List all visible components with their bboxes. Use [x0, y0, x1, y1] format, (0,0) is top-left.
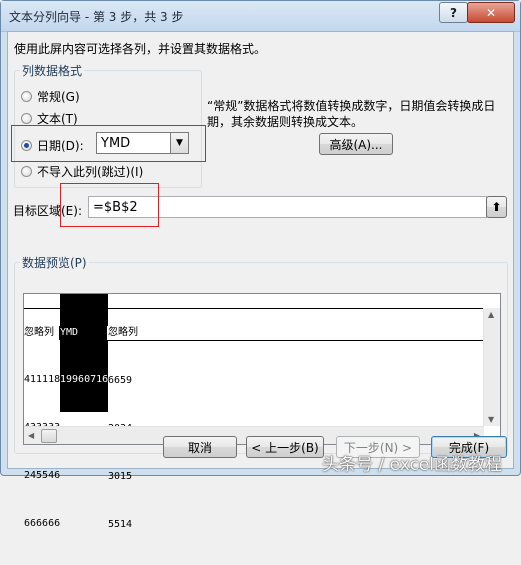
preview-header-3: 忽略列 [108, 326, 484, 341]
collapse-dialog-button[interactable]: ⬆ [486, 196, 507, 218]
radio-skip-circle[interactable] [21, 166, 32, 177]
preview-header-divider [24, 308, 484, 309]
radio-skip[interactable]: 不导入此列(跳过)(I) [21, 163, 143, 180]
preview-legend: 数据预览(P) [20, 254, 89, 271]
radio-text-circle[interactable] [21, 113, 32, 124]
column-format-legend: 列数据格式 [20, 62, 85, 79]
preview-cell: 411118 [24, 374, 61, 385]
preview-cell: 5514 [108, 519, 133, 530]
dialog-body: 使用此屏内容可选择各列，并设置其数据格式。 列数据格式 常规(G) 文本(T) … [7, 31, 514, 530]
close-button[interactable]: ✕ [467, 2, 515, 23]
scroll-left-icon[interactable]: ◀ [28, 431, 34, 440]
close-icon: ✕ [485, 5, 497, 20]
preview-cell: 245546 [24, 470, 61, 481]
watermark: 头条号 / excel函数教程 [322, 455, 502, 475]
help-button[interactable]: ? [439, 2, 468, 23]
radio-skip-label: 不导入此列(跳过)(I) [37, 165, 144, 179]
scroll-up-icon[interactable]: ▲ [488, 310, 494, 319]
advanced-button-label: 高级(A)... [329, 137, 383, 152]
preview-cell: 666666 [24, 518, 61, 529]
instructions-text: 使用此屏内容可选择各列，并设置其数据格式。 [14, 42, 267, 56]
radio-general-label: 常规(G) [37, 90, 80, 104]
help-icon: ? [450, 5, 457, 20]
preview-cell: 19960716 [60, 374, 108, 385]
preview-vertical-scrollbar[interactable]: ▲ ▼ [483, 308, 500, 426]
back-button-label: < 上一步(B) [251, 440, 319, 455]
scroll-thumb[interactable] [41, 429, 57, 443]
cancel-button[interactable]: 取消 [163, 436, 237, 458]
scroll-down-icon[interactable]: ▼ [488, 415, 494, 424]
data-preview-pane[interactable]: 忽略列 411118 433333 245546 666666 YMD 1996… [23, 293, 501, 530]
cancel-button-label: 取消 [187, 440, 212, 455]
back-button[interactable]: < 上一步(B) [246, 436, 324, 458]
date-highlight-box [11, 125, 206, 162]
format-description: “常规”数据格式将数值转换成数字，日期值会转换成日期，其余数据则转换成文本。 [207, 99, 496, 129]
preview-header-1: 忽略列 [24, 326, 60, 340]
window-title: 文本分列向导 - 第 3 步，共 3 步 [9, 10, 184, 24]
advanced-button[interactable]: 高级(A)... [319, 133, 393, 155]
radio-general-circle[interactable] [21, 91, 32, 102]
destination-highlight-box [60, 183, 159, 227]
title-bar[interactable]: 文本分列向导 - 第 3 步，共 3 步 ? ✕ [1, 1, 520, 32]
collapse-arrow-icon: ⬆ [491, 200, 502, 214]
preview-column-date[interactable]: YMD 19960716 19861214 19920316 19900225 [60, 294, 108, 412]
preview-cell: 6659 [108, 375, 133, 386]
preview-header-2: YMD [60, 326, 108, 340]
radio-general[interactable]: 常规(G) [21, 88, 80, 105]
